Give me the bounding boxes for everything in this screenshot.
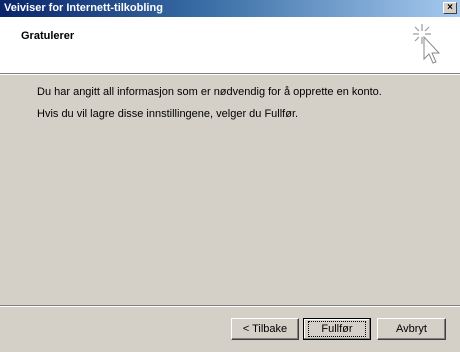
wizard-cursor-sparkle-icon (413, 24, 441, 64)
wizard-window: Veiviser for Internett-tilkobling × Grat… (0, 0, 460, 352)
back-button[interactable]: < Tilbake (231, 318, 299, 340)
cancel-button[interactable]: Avbryt (377, 318, 446, 340)
finish-button-label: Fullfør (308, 321, 366, 337)
info-text-line2: Hvis du vil lagre disse innstillingene, … (37, 108, 299, 120)
window-title: Veiviser for Internett-tilkobling (4, 2, 163, 14)
title-bar: Veiviser for Internett-tilkobling × (0, 0, 460, 17)
finish-button[interactable]: Fullfør (303, 318, 371, 340)
page-title: Gratulerer (21, 30, 75, 42)
close-button[interactable]: × (443, 2, 457, 14)
header-divider (0, 74, 460, 75)
wizard-header: Gratulerer (0, 17, 460, 74)
footer-divider-highlight (0, 306, 460, 307)
close-icon: × (447, 2, 453, 13)
info-text-line1: Du har angitt all informasjon som er nød… (37, 86, 382, 98)
